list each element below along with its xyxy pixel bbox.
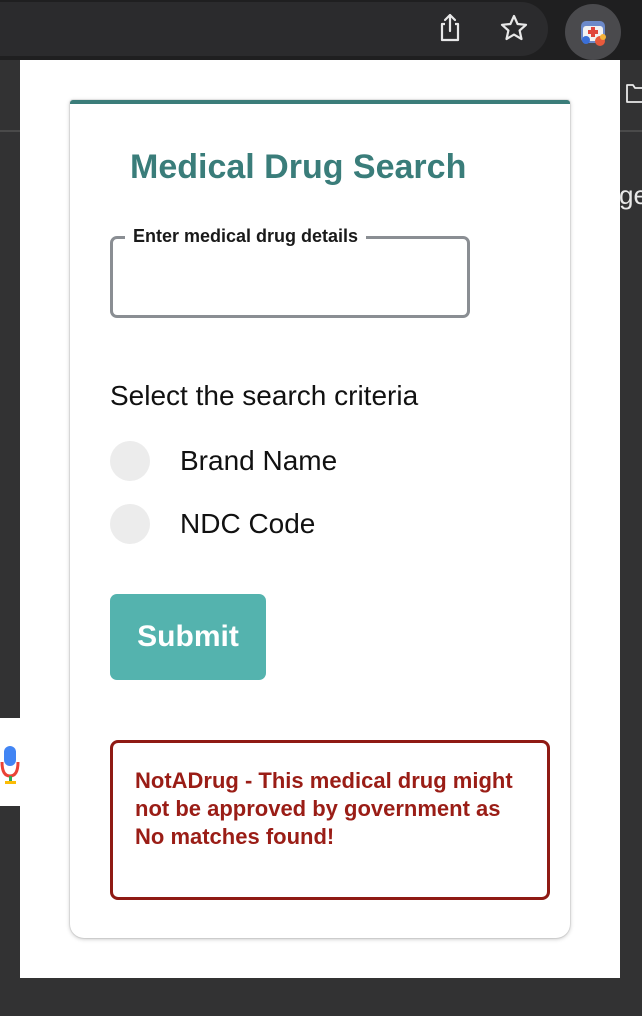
submit-button[interactable]: Submit: [110, 594, 266, 680]
ndc-code-label[interactable]: NDC Code: [180, 508, 315, 540]
page-title: Medical Drug Search: [130, 148, 467, 186]
browser-toolbar: [0, 0, 642, 60]
drug-details-fieldset: Enter medical drug details: [110, 226, 470, 318]
extension-popup: Medical Drug Search Enter medical drug d…: [20, 60, 620, 978]
microphone-icon: [0, 718, 22, 806]
result-message: NotADrug - This medical drug might not b…: [135, 768, 513, 849]
share-icon[interactable]: [434, 12, 466, 44]
brand-name-label[interactable]: Brand Name: [180, 445, 337, 477]
radio-option-ndc-code[interactable]: NDC Code: [110, 503, 315, 545]
search-card: Medical Drug Search Enter medical drug d…: [70, 100, 570, 938]
result-alert: NotADrug - This medical drug might not b…: [110, 740, 550, 900]
search-criteria-label: Select the search criteria: [110, 380, 419, 411]
ndc-code-radio[interactable]: [110, 504, 150, 544]
extension-icon[interactable]: [565, 4, 621, 60]
drug-details-input[interactable]: [121, 257, 461, 303]
star-icon[interactable]: [498, 12, 530, 44]
folder-icon: [626, 82, 642, 109]
brand-name-radio[interactable]: [110, 441, 150, 481]
radio-option-brand-name[interactable]: Brand Name: [110, 440, 337, 482]
drug-details-label: Enter medical drug details: [125, 226, 367, 247]
background-page-text: ge: [619, 180, 642, 210]
